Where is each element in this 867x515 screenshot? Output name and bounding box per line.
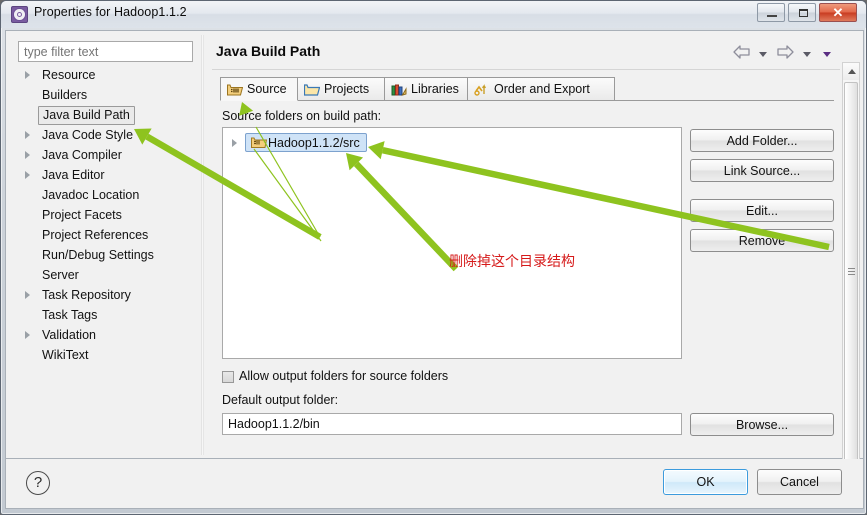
back-history-chevron-down-icon[interactable] bbox=[758, 52, 767, 57]
sidebar-item-label: Builders bbox=[42, 88, 88, 102]
order-export-icon bbox=[474, 82, 490, 97]
source-folder-icon bbox=[227, 82, 244, 97]
cancel-button[interactable]: Cancel bbox=[757, 469, 842, 495]
default-output-folder-input[interactable] bbox=[222, 413, 682, 435]
maximize-button[interactable] bbox=[788, 3, 816, 22]
close-button[interactable]: ✕ bbox=[819, 3, 857, 22]
ok-button[interactable]: OK bbox=[663, 469, 748, 495]
properties-dialog-window: Properties for Hadoop1.1.2 ✕ Resource Bui… bbox=[0, 0, 867, 515]
edit-button[interactable]: Edit... bbox=[690, 199, 834, 222]
page-title: Java Build Path bbox=[216, 43, 321, 59]
minimize-button[interactable] bbox=[757, 3, 785, 22]
forward-history-chevron-down-icon[interactable] bbox=[802, 52, 811, 57]
default-output-folder-label: Default output folder: bbox=[222, 393, 339, 407]
link-source-button[interactable]: Link Source... bbox=[690, 159, 834, 182]
expand-twisty-icon[interactable] bbox=[25, 291, 30, 299]
tab-underline bbox=[220, 100, 834, 101]
sidebar-item-java-compiler[interactable]: Java Compiler bbox=[16, 145, 196, 165]
expand-twisty-icon[interactable] bbox=[25, 131, 30, 139]
sidebar-item-label: Task Repository bbox=[42, 288, 131, 302]
add-folder-button[interactable]: Add Folder... bbox=[690, 129, 834, 152]
settings-tree[interactable]: Resource Builders Java Build Path Java Code… bbox=[16, 65, 196, 450]
browse-button[interactable]: Browse... bbox=[690, 413, 834, 436]
help-icon[interactable]: ? bbox=[26, 471, 50, 495]
sidebar-item-label: Project Facets bbox=[42, 208, 122, 222]
tab-libraries[interactable]: Libraries bbox=[384, 77, 468, 101]
expand-twisty-icon[interactable] bbox=[25, 151, 30, 159]
tab-projects[interactable]: Projects bbox=[297, 77, 385, 101]
sidebar-item-builders[interactable]: Builders bbox=[16, 85, 196, 105]
header-divider bbox=[212, 69, 840, 70]
expand-twisty-icon[interactable] bbox=[232, 139, 237, 147]
sidebar-item-server[interactable]: Server bbox=[16, 265, 196, 285]
expand-twisty-icon[interactable] bbox=[25, 331, 30, 339]
sidebar-item-label: Run/Debug Settings bbox=[42, 248, 154, 262]
sidebar-item-java-editor[interactable]: Java Editor bbox=[16, 165, 196, 185]
dialog-button-bar: ? OK Cancel bbox=[5, 459, 864, 509]
tab-label: Source bbox=[247, 82, 287, 96]
libraries-books-icon bbox=[391, 82, 407, 97]
page-nav-toolbar[interactable] bbox=[732, 45, 836, 63]
title-bar[interactable]: Properties for Hadoop1.1.2 ✕ bbox=[1, 1, 866, 28]
sidebar-item-label: Java Editor bbox=[42, 168, 105, 182]
sidebar-item-label: Javadoc Location bbox=[42, 188, 140, 202]
sidebar-item-project-references[interactable]: Project References bbox=[16, 225, 196, 245]
tab-label: Libraries bbox=[411, 82, 459, 96]
sidebar-item-label: Java Build Path bbox=[38, 106, 135, 125]
close-icon: ✕ bbox=[832, 4, 844, 20]
pane-splitter[interactable] bbox=[201, 35, 204, 455]
sidebar-item-project-facets[interactable]: Project Facets bbox=[16, 205, 196, 225]
sidebar-item-label: Project References bbox=[42, 228, 149, 242]
tab-source[interactable]: Source bbox=[220, 77, 298, 101]
sidebar-item-label: Task Tags bbox=[42, 308, 98, 322]
annotation-note-text: 删除掉这个目录结构 bbox=[449, 254, 575, 270]
sidebar-item-label: WikiText bbox=[42, 348, 89, 362]
allow-output-folders-label: Allow output folders for source folders bbox=[239, 369, 449, 383]
tab-order-and-export[interactable]: Order and Export bbox=[467, 77, 615, 101]
sidebar-item-validation[interactable]: Validation bbox=[16, 325, 196, 345]
sidebar-item-label: Java Compiler bbox=[42, 148, 122, 162]
scrollbar-grip-icon bbox=[848, 268, 855, 276]
remove-button[interactable]: Remove bbox=[690, 229, 834, 252]
scroll-up-arrow-icon[interactable] bbox=[843, 63, 859, 80]
sidebar-item-task-tags[interactable]: Task Tags bbox=[16, 305, 196, 325]
sidebar-item-label: Validation bbox=[42, 328, 96, 342]
sidebar-item-java-code-style[interactable]: Java Code Style bbox=[16, 125, 196, 145]
dialog-content: Resource Builders Java Build Path Java Code… bbox=[5, 30, 864, 487]
allow-output-folders-checkbox[interactable] bbox=[222, 371, 234, 383]
expand-twisty-icon[interactable] bbox=[25, 71, 30, 79]
page-vertical-scrollbar[interactable] bbox=[842, 62, 860, 487]
source-folders-label: Source folders on build path: bbox=[222, 109, 382, 123]
sidebar-item-resource[interactable]: Resource bbox=[16, 65, 196, 85]
source-folders-list[interactable]: Hadoop1.1.2/src bbox=[222, 127, 682, 359]
forward-arrow-icon[interactable] bbox=[777, 45, 794, 64]
source-folder-icon bbox=[251, 135, 268, 149]
sidebar-item-java-build-path[interactable]: Java Build Path bbox=[16, 105, 196, 125]
sidebar-item-wikitext[interactable]: WikiText bbox=[16, 345, 196, 365]
tab-label: Projects bbox=[324, 82, 370, 96]
minimize-icon bbox=[767, 15, 777, 17]
scrollbar-thumb[interactable] bbox=[844, 82, 858, 464]
build-path-tabs[interactable]: Source Projects Libraries Order and Export bbox=[220, 77, 834, 101]
sidebar-item-javadoc-location[interactable]: Javadoc Location bbox=[16, 185, 196, 205]
tab-label: Order and Export bbox=[494, 82, 590, 96]
filter-input[interactable] bbox=[18, 41, 193, 62]
maximize-icon bbox=[799, 9, 808, 17]
view-menu-chevron-down-icon[interactable] bbox=[823, 52, 831, 57]
expand-twisty-icon[interactable] bbox=[25, 171, 30, 179]
projects-folder-icon bbox=[303, 82, 321, 97]
sidebar-item-label: Java Code Style bbox=[42, 128, 134, 142]
back-arrow-icon[interactable] bbox=[733, 45, 750, 64]
sidebar-item-task-repository[interactable]: Task Repository bbox=[16, 285, 196, 305]
sidebar-item-label: Server bbox=[42, 268, 79, 282]
sidebar-item-run-debug-settings[interactable]: Run/Debug Settings bbox=[16, 245, 196, 265]
sidebar-item-label: Resource bbox=[42, 68, 96, 82]
window-title: Properties for Hadoop1.1.2 bbox=[34, 5, 187, 19]
properties-gear-icon bbox=[11, 6, 28, 23]
right-pane: Java Build Path Source Projects Librarie… bbox=[206, 33, 862, 458]
